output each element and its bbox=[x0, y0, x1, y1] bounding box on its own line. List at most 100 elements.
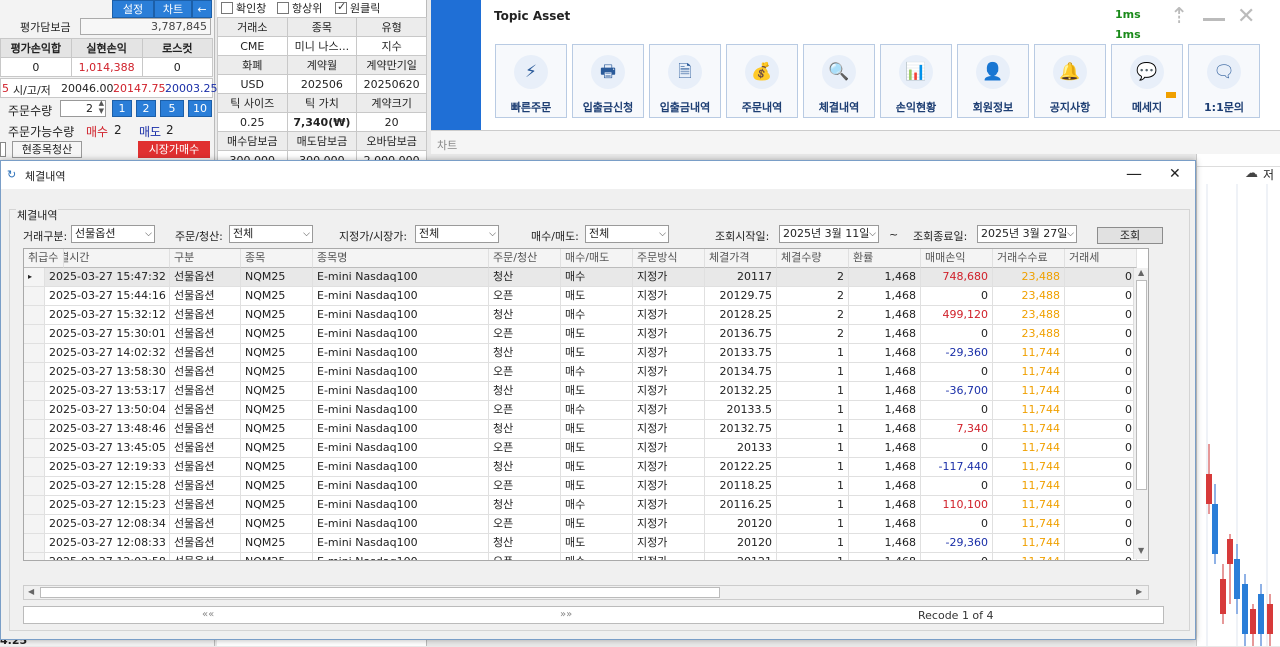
table-row[interactable]: 2025-03-27 13:45:05 선물옵션 NQM25 E-mini Nasda… bbox=[24, 439, 1148, 458]
menu-tile-5[interactable]: 📊 손익현황 bbox=[880, 44, 952, 118]
menu-tile-9[interactable]: 🗨 1:1문의 bbox=[1188, 44, 1260, 118]
row-selector-arrow-icon[interactable]: ▸ bbox=[24, 268, 45, 287]
menu-tile-7[interactable]: 🔔 공지사항 bbox=[1034, 44, 1106, 118]
checkbox-confirm[interactable]: 확인창 bbox=[221, 0, 266, 16]
info-header-cell: 유형 bbox=[356, 17, 427, 37]
menu-tile-4[interactable]: 🔍 체결내역 bbox=[803, 44, 875, 118]
row-selector[interactable] bbox=[24, 363, 45, 382]
spinner-icon[interactable]: ▲ ▼ bbox=[99, 99, 104, 115]
dialog-minimize-icon[interactable]: — bbox=[1126, 164, 1142, 183]
scrollbar-thumb[interactable] bbox=[1136, 280, 1147, 490]
table-row[interactable]: 2025-03-27 14:02:32 선물옵션 NQM25 E-mini Nasda… bbox=[24, 344, 1148, 363]
row-selector[interactable] bbox=[24, 496, 45, 515]
ontop-checkbox-icon[interactable] bbox=[277, 2, 289, 14]
column-header[interactable]: 주문/청산 bbox=[489, 249, 561, 268]
start-date-picker[interactable]: 2025년 3월 11일 ⌵ bbox=[779, 225, 879, 243]
confirm-checkbox-icon[interactable] bbox=[221, 2, 233, 14]
menu-tile-8[interactable]: 💬 메세지 bbox=[1111, 44, 1183, 118]
oneclick-checkbox-icon[interactable] bbox=[335, 0, 347, 14]
buy-sell-select[interactable]: 전체 ⌵ bbox=[585, 225, 669, 243]
pager-prev[interactable]: «« bbox=[202, 609, 214, 620]
row-selector[interactable] bbox=[24, 439, 45, 458]
hscroll-thumb[interactable] bbox=[40, 587, 720, 598]
column-header[interactable]: 환률 bbox=[849, 249, 921, 268]
menu-tile-6[interactable]: 👤 회원정보 bbox=[957, 44, 1029, 118]
table-row[interactable]: ▸ 2025-03-27 15:47:32 선물옵션 NQM25 E-mini Nasd… bbox=[24, 268, 1148, 287]
horizontal-scrollbar[interactable]: ◀ ▶ bbox=[23, 585, 1149, 600]
row-selector[interactable] bbox=[24, 306, 45, 325]
back-button[interactable]: ← bbox=[192, 0, 212, 18]
column-header[interactable]: 체결수량 bbox=[777, 249, 849, 268]
checkbox-oneclick[interactable]: 원클릭 bbox=[335, 0, 380, 16]
table-row[interactable]: 2025-03-27 15:30:01 선물옵션 NQM25 E-mini Nasda… bbox=[24, 325, 1148, 344]
qty-2-button[interactable]: 2 bbox=[136, 100, 156, 117]
menu-tile-0[interactable]: ⚡ 빠른주문 bbox=[495, 44, 567, 118]
close-icon[interactable]: ✕ bbox=[1237, 6, 1255, 28]
scroll-down-icon[interactable]: ▼ bbox=[1138, 546, 1144, 555]
table-row[interactable]: 2025-03-27 12:19:33 선물옵션 NQM25 E-mini Nasda… bbox=[24, 458, 1148, 477]
column-header[interactable]: 종목 bbox=[241, 249, 313, 268]
column-header[interactable]: 취급수 bbox=[24, 249, 64, 268]
row-selector[interactable] bbox=[24, 515, 45, 534]
liquidate-button[interactable]: 현종목청산 bbox=[12, 141, 82, 158]
checkbox-ontop[interactable]: 항상위 bbox=[277, 0, 322, 16]
trade-type-select[interactable]: 선물옵션 ⌵ bbox=[71, 225, 155, 243]
table-cell: 선물옵션 bbox=[170, 439, 241, 458]
table-cell: 1,468 bbox=[849, 458, 921, 477]
row-selector[interactable] bbox=[24, 325, 45, 344]
table-row[interactable]: 2025-03-27 12:03:58선물옵션NQM25E-mini Nasda… bbox=[24, 553, 1148, 560]
column-header[interactable]: 매매손익 bbox=[921, 249, 993, 268]
scroll-right-icon[interactable]: ▶ bbox=[1136, 587, 1142, 596]
column-header[interactable]: 주문방식 bbox=[633, 249, 705, 268]
qty-10-button[interactable]: 10 bbox=[188, 100, 212, 117]
side-checkbox[interactable] bbox=[0, 142, 6, 157]
row-selector[interactable] bbox=[24, 287, 45, 306]
chart-button[interactable]: 차트 bbox=[154, 0, 192, 18]
row-selector[interactable] bbox=[24, 477, 45, 496]
column-header[interactable]: 거래수수료 bbox=[993, 249, 1065, 268]
minimize-icon[interactable] bbox=[1203, 18, 1225, 21]
column-header[interactable]: 체결가격 bbox=[705, 249, 777, 268]
row-selector[interactable] bbox=[24, 344, 45, 363]
row-selector[interactable] bbox=[24, 382, 45, 401]
row-selector[interactable] bbox=[24, 458, 45, 477]
scroll-up-icon[interactable]: ▲ bbox=[1138, 268, 1144, 277]
scroll-left-icon[interactable]: ◀ bbox=[28, 587, 34, 596]
column-header[interactable]: 거래세 bbox=[1065, 249, 1137, 268]
table-row[interactable]: 2025-03-27 15:32:12 선물옵션 NQM25 E-mini Nasda… bbox=[24, 306, 1148, 325]
pin-icon[interactable]: ⇡ bbox=[1170, 6, 1188, 28]
vertical-scrollbar[interactable]: ▲ ▼ bbox=[1133, 268, 1148, 559]
row-selector[interactable] bbox=[24, 553, 45, 560]
limit-market-select[interactable]: 전체 ⌵ bbox=[415, 225, 499, 243]
table-row[interactable]: 2025-03-27 13:50:04 선물옵션 NQM25 E-mini Nasda… bbox=[24, 401, 1148, 420]
table-row[interactable]: 2025-03-27 12:08:34 선물옵션 NQM25 E-mini Nasda… bbox=[24, 515, 1148, 534]
qty-5-button[interactable]: 5 bbox=[160, 100, 184, 117]
table-row[interactable]: 2025-03-27 15:44:16 선물옵션 NQM25 E-mini Nasda… bbox=[24, 287, 1148, 306]
market-buy-button[interactable]: 시장가매수 bbox=[138, 141, 210, 158]
pager-next[interactable]: »» bbox=[560, 609, 572, 620]
row-selector[interactable] bbox=[24, 534, 45, 553]
end-date-picker[interactable]: 2025년 3월 27일 ⌵ bbox=[977, 225, 1077, 243]
column-header[interactable]: 매수/매도 bbox=[561, 249, 633, 268]
table-row[interactable]: 2025-03-27 12:15:28 선물옵션 NQM25 E-mini Nasda… bbox=[24, 477, 1148, 496]
table-row[interactable]: 2025-03-27 13:58:30 선물옵션 NQM25 E-mini Nasda… bbox=[24, 363, 1148, 382]
menu-tile-2[interactable]: 🗎 입출금내역 bbox=[649, 44, 721, 118]
row-selector[interactable] bbox=[24, 420, 45, 439]
qty-1-button[interactable]: 1 bbox=[112, 100, 132, 117]
chart-tab[interactable]: 차트 bbox=[437, 137, 457, 153]
order-qty-input[interactable]: 2 ▲ ▼ bbox=[60, 99, 106, 117]
row-selector[interactable] bbox=[24, 401, 45, 420]
table-row[interactable]: 2025-03-27 12:15:23 선물옵션 NQM25 E-mini Nasda… bbox=[24, 496, 1148, 515]
column-header[interactable]: 종목명 bbox=[313, 249, 489, 268]
table-row[interactable]: 2025-03-27 13:48:46 선물옵션 NQM25 E-mini Nasda… bbox=[24, 420, 1148, 439]
dialog-close-icon[interactable]: ✕ bbox=[1169, 166, 1181, 182]
table-row[interactable]: 2025-03-27 13:53:17 선물옵션 NQM25 E-mini Nasda… bbox=[24, 382, 1148, 401]
order-close-select[interactable]: 전체 ⌵ bbox=[229, 225, 313, 243]
column-header[interactable]: 구분 bbox=[170, 249, 241, 268]
search-button[interactable]: 조회 bbox=[1097, 227, 1163, 244]
menu-tile-1[interactable]: 🖶 입출금신청 bbox=[572, 44, 644, 118]
settings-button[interactable]: 설정 bbox=[112, 0, 154, 18]
table-cell: 20120 bbox=[705, 515, 777, 534]
table-row[interactable]: 2025-03-27 12:08:33 선물옵션 NQM25 E-mini Nasda… bbox=[24, 534, 1148, 553]
menu-tile-3[interactable]: 💰 주문내역 bbox=[726, 44, 798, 118]
